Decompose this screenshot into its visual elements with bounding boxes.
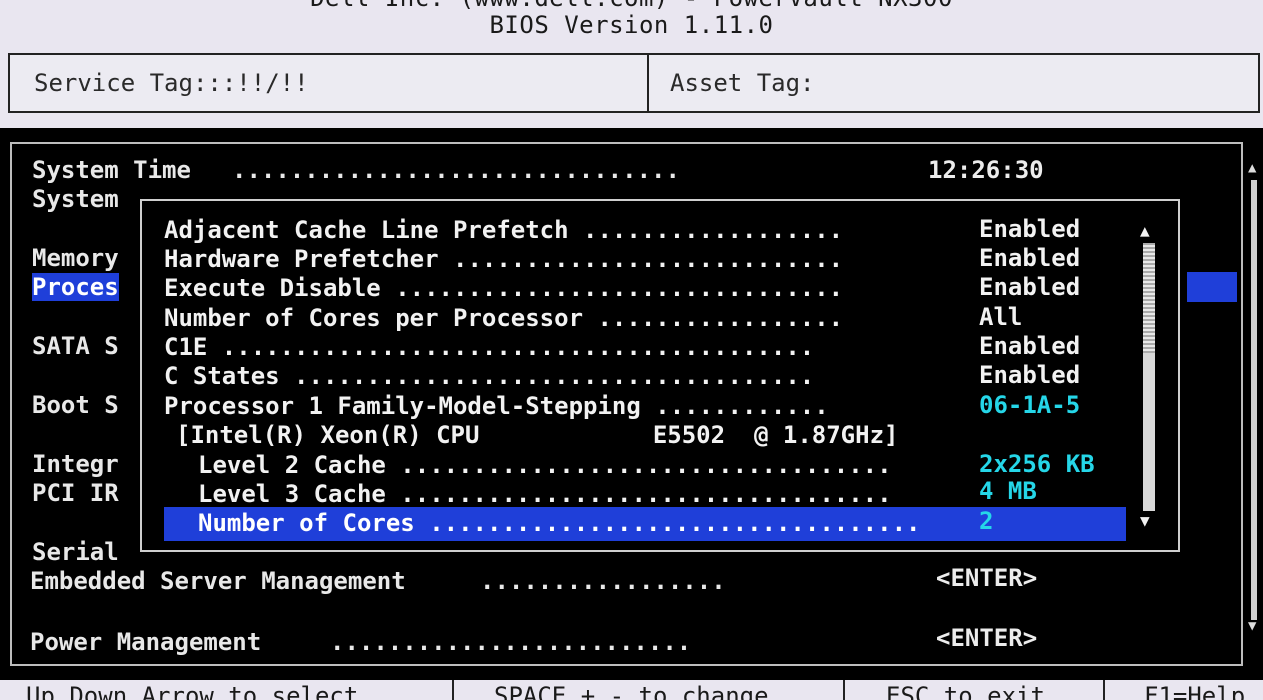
popup-row-processor-family-model-stepping: Processor 1 Family-Model-Stepping ......… <box>164 392 829 420</box>
number-of-cores-value[interactable]: 2 <box>979 507 993 535</box>
c1e-value[interactable]: Enabled <box>979 332 1080 360</box>
dot-leader: ............ <box>640 392 829 420</box>
cores-per-processor-value[interactable]: All <box>979 303 1022 331</box>
help-change: SPACE,+,- to change <box>494 682 769 700</box>
popup-row-c1e[interactable]: C1E ....................................… <box>164 333 814 361</box>
row-label: Level 3 Cache <box>198 480 386 508</box>
level-2-cache-value: 2x256 KB <box>979 450 1095 478</box>
dot-leader: .................................. <box>385 451 892 479</box>
dot-leader: ................. <box>583 304 844 332</box>
tag-bar: Service Tag:::!!/!! Asset Tag: <box>8 53 1260 113</box>
adjacent-cache-line-prefetch-value[interactable]: Enabled <box>979 215 1080 243</box>
menu-item-memory[interactable]: Memory <box>32 244 119 272</box>
menu-item-integrated[interactable]: Integr <box>32 450 119 478</box>
asset-tag: Asset Tag: <box>670 69 815 97</box>
hardware-prefetcher-value[interactable]: Enabled <box>979 244 1080 272</box>
menu-item-power-management[interactable]: Power Management <box>30 628 261 656</box>
help-exit: ESC to exit <box>886 682 1045 700</box>
help-f1: F1=Help <box>1144 682 1246 700</box>
scroll-down-arrow-icon[interactable]: ▼ <box>1248 618 1256 634</box>
dot-leader: ............................... <box>232 156 680 184</box>
help-select: Up,Down Arrow to select <box>26 682 359 700</box>
menu-item-serial[interactable]: Serial <box>32 538 119 566</box>
level-3-cache-value: 4 MB <box>979 477 1037 505</box>
popup-row-level-2-cache: Level 2 Cache ..........................… <box>198 451 892 479</box>
footer-divider <box>452 680 454 700</box>
dot-leader: .................. <box>568 216 844 244</box>
dot-leader: .................................. <box>414 509 921 537</box>
row-label: Execute Disable <box>164 274 381 302</box>
menu-item-processor[interactable]: Proces <box>32 273 119 301</box>
popup-row-c-states[interactable]: C States ...............................… <box>164 362 814 390</box>
system-time-value[interactable]: 12:26:30 <box>928 156 1044 184</box>
main-scrollbar[interactable]: ▲ ▼ <box>1248 160 1260 634</box>
footer-divider <box>843 680 845 700</box>
popup-row-cores-per-processor[interactable]: Number of Cores per Processor ..........… <box>164 304 843 332</box>
processor-family-model-stepping-value: 06-1A-5 <box>979 391 1081 419</box>
dot-leader: ............................... <box>380 274 844 302</box>
menu-item-embedded-server-management[interactable]: Embedded Server Management <box>30 567 406 595</box>
dot-leader: .................................... <box>279 362 815 390</box>
footer-divider <box>1103 680 1105 700</box>
dot-leader: .................................. <box>385 480 892 508</box>
popup-scrollbar[interactable]: ▲ ▼ <box>1140 221 1160 531</box>
popup-row-level-3-cache: Level 3 Cache ..........................… <box>198 480 892 508</box>
popup-row-hardware-prefetcher[interactable]: Hardware Prefetcher ....................… <box>164 245 843 273</box>
row-label: C States <box>164 362 280 390</box>
popup-row-execute-disable[interactable]: Execute Disable ........................… <box>164 274 843 302</box>
menu-item-boot[interactable]: Boot S <box>32 391 119 419</box>
c-states-value[interactable]: Enabled <box>979 361 1080 389</box>
row-label: Hardware Prefetcher <box>164 245 439 273</box>
embedded-server-management-value[interactable]: <ENTER> <box>936 564 1037 592</box>
processor-settings-popup: Adjacent Cache Line Prefetch ...........… <box>140 199 1180 552</box>
execute-disable-value[interactable]: Enabled <box>979 273 1080 301</box>
highlight-row-extension <box>1187 272 1237 302</box>
scroll-down-arrow-icon[interactable]: ▼ <box>1140 511 1150 530</box>
row-label: Processor 1 Family-Model-Stepping <box>164 392 641 420</box>
row-label: Number of Cores <box>198 509 415 537</box>
bios-version: BIOS Version 1.11.0 <box>489 11 774 39</box>
processor-brand-string: [Intel(R) Xeon(R) CPU E5502 @ 1.87GHz] <box>176 421 899 449</box>
row-label: C1E <box>164 333 208 361</box>
key-help-bar: Up,Down Arrow to select SPACE,+,- to cha… <box>0 680 1263 700</box>
dot-leader: ................. <box>480 567 726 595</box>
scroll-up-arrow-icon[interactable]: ▲ <box>1140 221 1150 240</box>
menu-item-system-time[interactable]: System Time <box>32 156 191 184</box>
menu-item-sata[interactable]: SATA S <box>32 332 119 360</box>
popup-row-adjacent-cache-line-prefetch[interactable]: Adjacent Cache Line Prefetch ...........… <box>164 216 843 244</box>
popup-scroll-thumb[interactable] <box>1143 243 1155 353</box>
menu-item-pci-irq[interactable]: PCI IR <box>32 479 119 507</box>
row-label: Adjacent Cache Line Prefetch <box>164 216 569 244</box>
service-tag: Service Tag:::!!/!! <box>34 69 309 97</box>
power-management-value[interactable]: <ENTER> <box>936 624 1037 652</box>
dot-leader: ........................................… <box>207 333 815 361</box>
menu-item-system[interactable]: System <box>32 185 119 213</box>
tag-divider <box>647 55 649 111</box>
row-label: Number of Cores per Processor <box>164 304 584 332</box>
row-label: Level 2 Cache <box>198 451 386 479</box>
dot-leader: ........................... <box>438 245 844 273</box>
popup-row-number-of-cores[interactable]: Number of Cores ........................… <box>198 509 920 537</box>
main-scroll-track[interactable] <box>1251 180 1257 620</box>
dot-leader: ......................... <box>330 628 692 656</box>
scroll-up-arrow-icon[interactable]: ▲ <box>1248 160 1256 176</box>
